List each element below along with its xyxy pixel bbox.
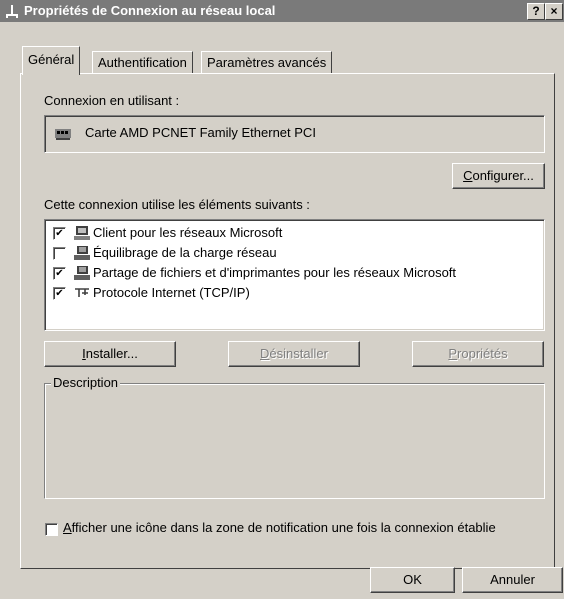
notify-label[interactable]: Afficher une icône dans la zone de notif… (63, 520, 496, 535)
list-item[interactable]: ✔ Protocole Internet (TCP/IP) (53, 284, 533, 304)
close-button[interactable]: × (545, 3, 563, 20)
configure-button[interactable]: Configurer... (452, 163, 545, 189)
components-list[interactable]: ✔ Client pour les réseaux Microsoft Équi… (44, 219, 545, 331)
component-label: Partage de fichiers et d'imprimantes pou… (93, 265, 457, 280)
tab-general[interactable]: Général (22, 46, 81, 75)
list-item[interactable]: ✔ Client pour les réseaux Microsoft (53, 224, 533, 244)
component-checkbox[interactable] (53, 247, 66, 260)
cancel-button[interactable]: Annuler (462, 567, 563, 593)
list-item[interactable]: Équilibrage de la charge réseau (53, 244, 533, 264)
ok-button[interactable]: OK (370, 567, 455, 593)
notify-accesskey: A (63, 520, 72, 535)
computer-icon (74, 266, 90, 280)
properties-button[interactable]: Propriétés (412, 341, 544, 367)
client-icon (74, 226, 90, 240)
uninstall-label: ésinstaller (269, 346, 328, 361)
help-button[interactable]: ? (527, 3, 545, 20)
computer-icon (74, 246, 90, 260)
component-checkbox[interactable]: ✔ (53, 227, 66, 240)
list-item[interactable]: ✔ Partage de fichiers et d'imprimantes p… (53, 264, 533, 284)
tab-authentication[interactable]: Authentification (92, 51, 193, 74)
notify-checkbox[interactable] (45, 523, 58, 536)
uninstall-accesskey: D (260, 346, 270, 361)
component-checkbox[interactable]: ✔ (53, 287, 66, 300)
component-checkbox[interactable]: ✔ (53, 267, 66, 280)
properties-accesskey: P (448, 346, 458, 361)
tab-advanced[interactable]: Paramètres avancés (201, 51, 333, 74)
component-label: Client pour les réseaux Microsoft (93, 225, 283, 240)
notify-label-text: fficher une icône dans la zone de notifi… (71, 520, 496, 535)
configure-label: onfigurer... (472, 168, 534, 183)
component-label: Protocole Internet (TCP/IP) (93, 285, 250, 300)
uninstall-button[interactable]: Désinstaller (228, 341, 360, 367)
install-label: nstaller... (85, 346, 138, 361)
network-connection-icon (6, 5, 18, 18)
component-label: Équilibrage de la charge réseau (93, 245, 277, 260)
properties-label: ropriétés (457, 346, 508, 361)
install-button[interactable]: Installer... (44, 341, 176, 367)
network-protocol-icon (75, 288, 89, 297)
window-title: Propriétés de Connexion au réseau local (24, 3, 276, 18)
title-bar[interactable]: Propriétés de Connexion au réseau local … (0, 0, 564, 22)
properties-dialog: Propriétés de Connexion au réseau local … (0, 0, 564, 599)
